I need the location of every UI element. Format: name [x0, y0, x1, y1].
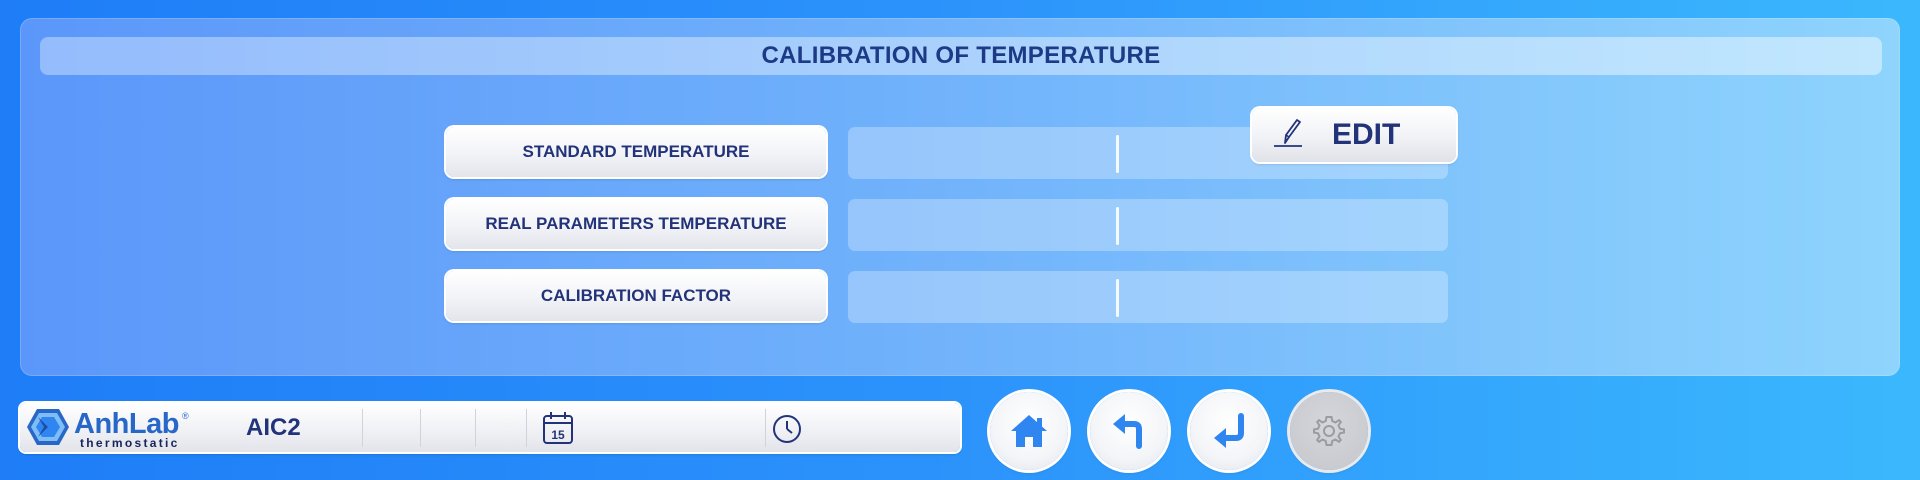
calibration-factor-label: CALIBRATION FACTOR	[446, 271, 826, 321]
device-name: AIC2	[246, 414, 301, 441]
real-parameters-temperature-label: REAL PARAMETERS TEMPERATURE	[446, 199, 826, 249]
enter-button[interactable]	[1190, 392, 1268, 470]
anhlab-logo: AnhLab ® thermostatic	[26, 407, 189, 452]
clock-icon	[772, 414, 802, 449]
back-button[interactable]	[1090, 392, 1168, 470]
field-divider	[1116, 135, 1119, 173]
home-icon	[1011, 415, 1047, 447]
status-divider	[420, 409, 421, 447]
edit-button[interactable]: EDIT	[1252, 108, 1456, 162]
status-divider	[362, 409, 363, 447]
status-divider	[765, 409, 766, 447]
hexagon-logo-icon	[27, 409, 69, 445]
status-divider	[526, 409, 527, 447]
calibration-factor-field[interactable]	[848, 271, 1448, 323]
home-button[interactable]	[990, 392, 1068, 470]
calendar-day: 15	[551, 428, 565, 442]
gear-icon	[1313, 416, 1345, 446]
registered-mark: ®	[182, 411, 189, 421]
calendar-icon: 15	[542, 411, 574, 450]
edit-label: EDIT	[1332, 118, 1401, 151]
pencil-icon	[1270, 117, 1306, 156]
brand-subtitle: thermostatic	[80, 436, 180, 450]
field-divider	[1116, 279, 1119, 317]
back-arrow-icon	[1113, 414, 1142, 449]
settings-button[interactable]	[1290, 392, 1368, 470]
standard-temperature-label: STANDARD TEMPERATURE	[446, 127, 826, 177]
status-divider	[475, 409, 476, 447]
enter-arrow-icon	[1214, 413, 1244, 448]
real-parameters-temperature-field[interactable]	[848, 199, 1448, 251]
field-divider	[1116, 207, 1119, 245]
status-bar: AnhLab ® thermostatic AIC2 15	[20, 403, 960, 452]
page-title: CALIBRATION OF TEMPERATURE	[40, 37, 1882, 75]
